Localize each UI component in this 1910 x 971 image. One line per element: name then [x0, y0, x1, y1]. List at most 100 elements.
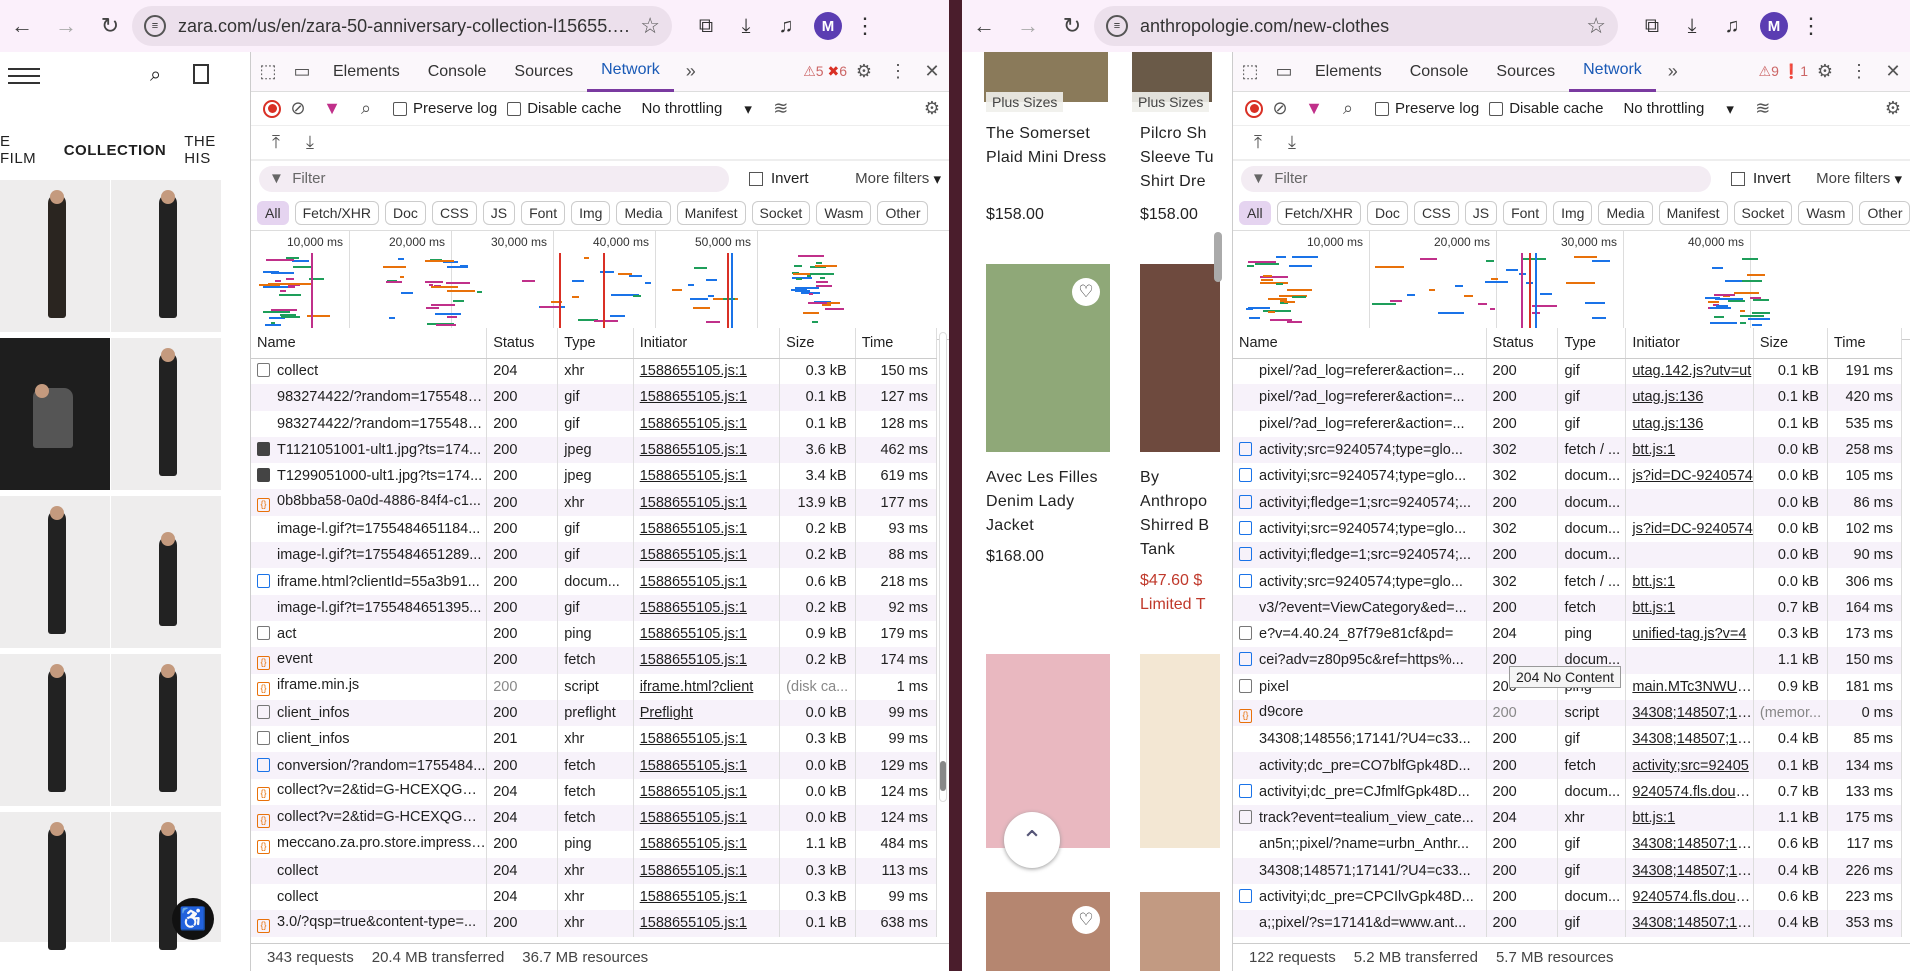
cell-initiator[interactable]: 34308;148507;171 — [1625, 831, 1754, 858]
cell-initiator[interactable]: 1588655105.js:1 — [633, 463, 781, 490]
product-image[interactable] — [111, 180, 221, 332]
cell-initiator[interactable]: 1588655105.js:1 — [633, 883, 781, 911]
network-conditions-icon[interactable]: ≋ — [764, 98, 798, 119]
export-har-icon[interactable]: ⤓ — [293, 132, 327, 153]
request-row[interactable]: iframe.html?clientId=55a3b91... 200 docum.… — [251, 568, 937, 595]
product-image[interactable] — [1140, 892, 1220, 971]
cell-initiator[interactable]: 1588655105.js:1 — [633, 515, 781, 543]
tab-console[interactable]: Console — [1396, 52, 1483, 92]
chevron-down-icon[interactable]: ▾ — [1726, 100, 1734, 118]
filter-chip-manifest[interactable]: Manifest — [1658, 201, 1728, 225]
product-image[interactable] — [111, 338, 221, 490]
forward-button[interactable]: → — [1006, 6, 1050, 46]
product-image[interactable] — [0, 812, 110, 950]
cell-initiator[interactable]: main.MTc3NWUxZ — [1625, 673, 1754, 700]
product-image[interactable] — [1140, 654, 1220, 848]
request-row[interactable]: 983274422/?random=1755484... 200 gif 158865… — [251, 410, 937, 437]
close-icon[interactable]: ✕ — [1876, 61, 1910, 82]
filter-chip-other[interactable]: Other — [877, 201, 929, 225]
request-row[interactable]: 34308;148556;17141/?U4=c33... 200 gif 34308… — [1233, 726, 1902, 753]
request-row[interactable]: client_infos 201 xhr 1588655105.js:1 0.3 kB 9… — [251, 726, 937, 753]
scroll-to-top-button[interactable]: ⌃ — [1004, 812, 1060, 868]
column-header-name[interactable]: Name — [1233, 328, 1487, 359]
cell-initiator[interactable]: 1588655105.js:1 — [633, 542, 781, 569]
filter-chip-js[interactable]: JS — [1464, 201, 1498, 225]
request-row[interactable]: {} collect?v=2&tid=G-HCEXQGE0... 204 fetch 1… — [251, 778, 937, 806]
profile-avatar[interactable]: M — [814, 12, 842, 40]
hamburger-menu-icon[interactable] — [8, 68, 40, 84]
request-row[interactable]: e?v=4.40.24_87f79e81cf&pd= 204 ping unified… — [1233, 620, 1902, 648]
network-settings-icon[interactable]: ⚙ — [1876, 98, 1910, 119]
filter-chip-socket[interactable]: Socket — [751, 201, 811, 225]
product-image[interactable] — [0, 496, 110, 648]
request-row[interactable]: T1299051000-ult1.jpg?ts=174... 200 jpeg 158… — [251, 463, 937, 490]
cell-initiator[interactable]: 9240574.fls.double — [1625, 778, 1754, 806]
cell-initiator[interactable]: utag.js:136 — [1625, 410, 1754, 437]
request-row[interactable]: image-l.gif?t=1755484651184... 200 gif 1588… — [251, 515, 937, 543]
request-row[interactable]: activity;src=9240574;type=glo... 302 fetch… — [1233, 436, 1902, 464]
column-header-status[interactable]: Status — [486, 328, 559, 359]
address-bar[interactable]: ≡ anthropologie.com/new-clothes ☆ — [1094, 6, 1618, 46]
forward-button[interactable]: → — [44, 6, 88, 46]
cell-initiator[interactable]: 1588655105.js:1 — [633, 805, 781, 832]
product-title[interactable]: Avec Les Filles Denim Lady Jacket — [986, 466, 1126, 538]
request-row[interactable]: 983274422/?random=1755484... 200 gif 158865… — [251, 384, 937, 411]
request-row[interactable]: collect 204 xhr 1588655105.js:1 0.3 kB 113 ms — [251, 857, 937, 884]
filter-chip-manifest[interactable]: Manifest — [676, 201, 746, 225]
filter-chip-wasm[interactable]: Wasm — [816, 201, 872, 225]
device-toolbar-icon[interactable]: ▭ — [285, 61, 319, 82]
site-info-icon[interactable]: ≡ — [1106, 15, 1128, 37]
invert-checkbox[interactable] — [1731, 171, 1745, 186]
cell-initiator[interactable]: utag.js:136 — [1625, 384, 1754, 411]
profile-avatar[interactable]: M — [1760, 12, 1788, 40]
column-header-time[interactable]: Time — [1827, 328, 1902, 359]
accessibility-icon[interactable]: ♿ — [172, 898, 214, 940]
settings-gear-icon[interactable]: ⚙ — [847, 61, 881, 82]
cell-initiator[interactable]: Preflight — [633, 699, 781, 727]
cell-initiator[interactable]: 34308;148507;171 — [1625, 910, 1754, 937]
column-header-size[interactable]: Size — [1753, 328, 1828, 359]
request-row[interactable]: activity;src=9240574;type=glo... 302 fetch… — [1233, 568, 1902, 595]
request-row[interactable]: collect 204 xhr 1588655105.js:1 0.3 kB 99 ms — [251, 883, 937, 911]
filter-chip-wasm[interactable]: Wasm — [1798, 201, 1854, 225]
request-row[interactable]: a;;pixel/?s=17141&d=www.ant... 200 gif 3430… — [1233, 910, 1902, 937]
request-row[interactable]: pixel/?ad_log=referer&action=... 200 gif ut… — [1233, 358, 1902, 385]
browser-menu-icon[interactable]: ⋮ — [850, 13, 880, 39]
tab-collection[interactable]: COLLECTION — [64, 142, 167, 159]
filter-chip-other[interactable]: Other — [1859, 201, 1910, 225]
network-overview-timeline[interactable]: 10,000 ms 20,000 ms 30,000 ms 40,000 ms — [1233, 230, 1910, 340]
filter-chip-fetchxhr[interactable]: Fetch/XHR — [294, 201, 380, 225]
cell-initiator[interactable]: 1588655105.js:1 — [633, 436, 781, 464]
tab-network[interactable]: Network — [1569, 52, 1656, 92]
tab-elements[interactable]: Elements — [1301, 52, 1396, 92]
cell-initiator[interactable]: 34308;148507;171 — [1625, 726, 1754, 753]
settings-gear-icon[interactable]: ⚙ — [1808, 61, 1842, 82]
cell-initiator[interactable]: 1588655105.js:1 — [633, 726, 781, 753]
record-icon[interactable] — [263, 99, 281, 118]
wishlist-heart-icon[interactable]: ♡ — [1072, 278, 1100, 306]
extensions-icon[interactable]: ⧉ — [1632, 15, 1672, 38]
cell-initiator[interactable]: 1588655105.js:1 — [633, 410, 781, 437]
request-row[interactable]: 34308;148571;17141/?U4=c33... 200 gif 34308… — [1233, 857, 1902, 884]
back-button[interactable]: ← — [962, 6, 1006, 46]
request-row[interactable]: activityi;dc_pre=CJfmlfGpk48D... 200 docum… — [1233, 778, 1902, 806]
cell-initiator[interactable]: js?id=DC-9240574 — [1625, 463, 1754, 490]
filter-input[interactable]: ▼ Filter — [1241, 165, 1711, 192]
clear-icon[interactable]: ⊘ — [281, 98, 315, 119]
product-image[interactable] — [111, 654, 221, 806]
tab-network[interactable]: Network — [587, 52, 674, 92]
request-row[interactable]: {} 3.0/?qsp=true&content-type=... 200 xhr 15… — [251, 910, 937, 937]
cell-initiator[interactable] — [1625, 542, 1754, 569]
reload-button[interactable]: ↻ — [88, 6, 132, 46]
preserve-log-checkbox[interactable] — [393, 101, 407, 116]
preserve-log-checkbox[interactable] — [1375, 101, 1389, 116]
filter-input[interactable]: ▼ Filter — [259, 165, 729, 192]
column-header-initiator[interactable]: Initiator — [1625, 328, 1754, 359]
cell-initiator[interactable]: 1588655105.js:1 — [633, 568, 781, 595]
cell-initiator[interactable]: btt.js:1 — [1625, 594, 1754, 621]
import-har-icon[interactable]: ⤒ — [1241, 132, 1275, 153]
cell-initiator[interactable]: 1588655105.js:1 — [633, 647, 781, 674]
request-row[interactable]: conversion/?random=1755484... 200 fetch 158… — [251, 752, 937, 779]
cell-initiator[interactable]: js?id=DC-9240574 — [1625, 515, 1754, 543]
cell-initiator[interactable]: 34308;148507;171 — [1625, 857, 1754, 884]
